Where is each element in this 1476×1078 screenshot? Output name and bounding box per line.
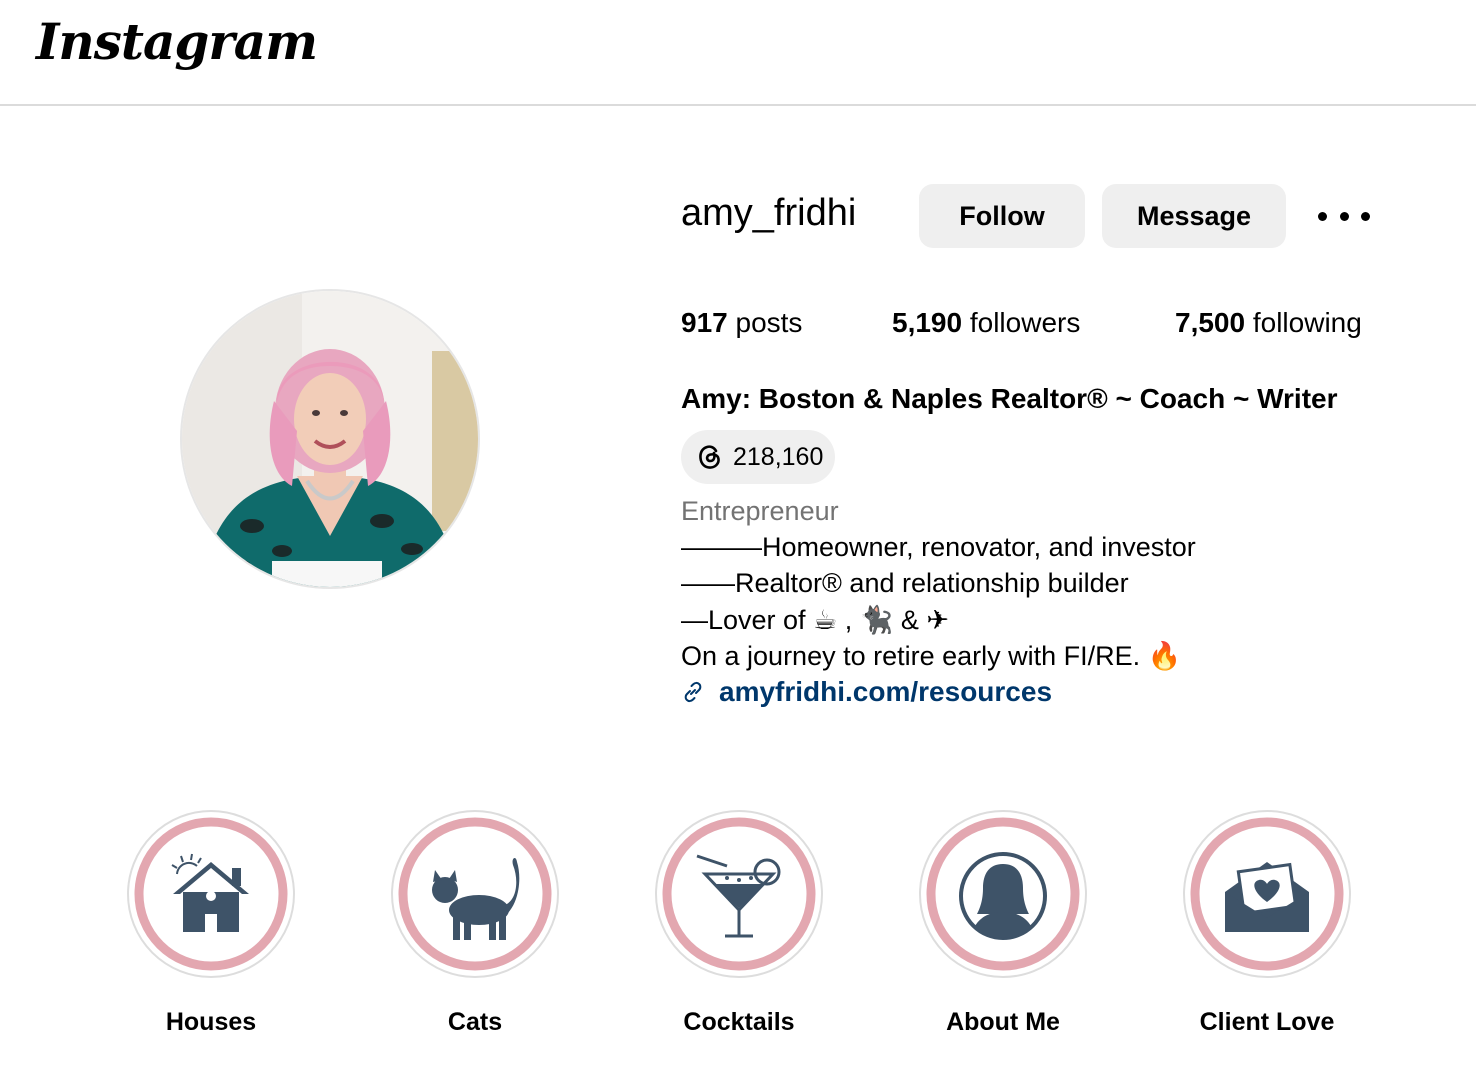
- top-navigation-bar: Instagram: [0, 0, 1476, 106]
- highlight-ring: [1183, 810, 1351, 978]
- highlight-about-me[interactable]: About Me: [919, 810, 1087, 1037]
- avatar-photo: [182, 291, 478, 587]
- highlight-ring: [391, 810, 559, 978]
- threads-icon: [699, 445, 720, 469]
- link-icon: [684, 681, 702, 703]
- highlight-label: Cocktails: [683, 1008, 795, 1036]
- bio-line: ———Homeowner, renovator, and investor: [681, 532, 1196, 562]
- follow-button[interactable]: Follow: [919, 184, 1085, 248]
- profile-full-name: Amy: Boston & Naples Realtor® ~ Coach ~ …: [681, 383, 1338, 414]
- dot: [1339, 211, 1349, 221]
- following-label: following: [1252, 307, 1362, 338]
- highlight-label: Client Love: [1199, 1008, 1335, 1036]
- bio-link[interactable]: amyfridhi.com/resources: [681, 676, 1052, 708]
- highlight-ring: [919, 810, 1087, 978]
- posts-count: 917: [681, 307, 728, 338]
- more-options-icon[interactable]: [1318, 198, 1370, 234]
- threads-count: 218,160: [733, 442, 824, 471]
- threads-badge[interactable]: 218,160: [681, 430, 835, 484]
- profile-avatar[interactable]: [180, 289, 480, 589]
- highlight-houses[interactable]: Houses: [127, 810, 295, 1037]
- highlight-label: Cats: [447, 1008, 503, 1036]
- following-stat[interactable]: 7,500 following: [1175, 307, 1362, 339]
- highlight-client-love[interactable]: Client Love: [1183, 810, 1351, 1037]
- highlight-label: Houses: [165, 1008, 257, 1036]
- bio-line: —Lover of ☕ , 🐈‍⬛ & ✈: [681, 605, 950, 635]
- profile-username: amy_fridhi: [681, 192, 857, 234]
- bio-link-text[interactable]: amyfridhi.com/resources: [719, 676, 1052, 708]
- bio-line: ——Realtor® and relationship builder: [681, 568, 1129, 598]
- highlight-label: About Me: [946, 1008, 1060, 1036]
- highlight-cocktails[interactable]: Cocktails: [655, 810, 823, 1037]
- following-count: 7,500: [1175, 307, 1246, 338]
- message-button[interactable]: Message: [1102, 184, 1286, 248]
- posts-label: posts: [735, 307, 803, 338]
- followers-count: 5,190: [892, 307, 963, 338]
- profile-category: Entrepreneur: [681, 496, 839, 526]
- instagram-logo[interactable]: Instagram: [36, 12, 318, 71]
- highlight-cats[interactable]: Cats: [391, 810, 559, 1037]
- dot: [1318, 211, 1327, 221]
- bio-line: On a journey to retire early with FI/RE.…: [681, 641, 1182, 671]
- highlight-ring: [127, 810, 295, 978]
- dot: [1361, 211, 1370, 221]
- followers-label: followers: [969, 307, 1081, 338]
- highlight-ring: [655, 810, 823, 978]
- posts-stat: 917 posts: [681, 307, 802, 339]
- followers-stat[interactable]: 5,190 followers: [892, 307, 1080, 339]
